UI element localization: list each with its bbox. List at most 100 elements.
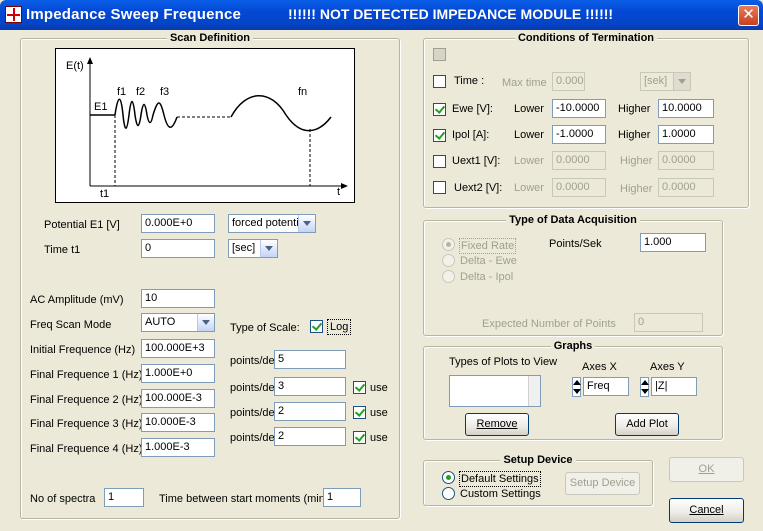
final2-points-input[interactable]: 2 xyxy=(274,402,346,421)
ipol-label: Ipol [A]: xyxy=(452,129,490,141)
time-between-input[interactable]: 1 xyxy=(323,488,361,507)
graphs-title: Graphs xyxy=(550,340,596,352)
axes-y-label: Axes Y xyxy=(650,361,685,373)
delta-ipol-radio[interactable] xyxy=(442,270,455,283)
ac-amplitude-input[interactable]: 10 xyxy=(141,289,215,308)
ok-button-label: OK xyxy=(698,463,715,475)
diagram-wave-fn xyxy=(230,95,332,132)
uext2-higher-input[interactable]: 0.0000 xyxy=(658,178,714,197)
final1-points-input[interactable]: 3 xyxy=(274,377,346,396)
final3-points-input[interactable]: 2 xyxy=(274,427,346,446)
chevron-down-icon xyxy=(298,215,315,232)
max-time-input[interactable]: 0.000 xyxy=(552,72,585,91)
axes-y-spinner[interactable] xyxy=(640,377,649,397)
final-frequence-2-label: Final Frequence 2 (Hz) xyxy=(30,394,143,406)
log-scale-checkbox[interactable] xyxy=(310,320,323,333)
uext1-lower-input[interactable]: 0.0000 xyxy=(552,151,606,170)
final2-use-checkbox[interactable] xyxy=(353,406,366,419)
uext2-checkbox[interactable] xyxy=(433,181,446,194)
axes-x-input[interactable]: Freq xyxy=(583,377,629,396)
delta-ewe-radio[interactable] xyxy=(442,254,455,267)
plots-list-scrollbar[interactable] xyxy=(528,376,540,406)
potential-mode-select[interactable]: forced potenti xyxy=(228,214,316,233)
scan-diagram: E(t) E1 f1 f2 f3 fn t1 t xyxy=(55,48,355,203)
ok-button[interactable]: OK xyxy=(669,457,744,482)
window-title: Impedance Sweep Frequence xyxy=(26,6,242,23)
cancel-button[interactable]: Cancel xyxy=(669,498,744,523)
ipol-lower-input[interactable]: -1.0000 xyxy=(552,125,606,144)
close-button[interactable]: ✕ xyxy=(738,5,759,26)
type-of-scale-label: Type of Scale: xyxy=(230,322,300,334)
initial-frequence-input[interactable]: 100.000E+3 xyxy=(141,339,215,358)
points-sek-input[interactable]: 1.000 xyxy=(640,233,706,252)
potential-e1-input[interactable]: 0.000E+0 xyxy=(141,214,215,233)
uext1-checkbox[interactable] xyxy=(433,155,446,168)
uext1-higher-label: Higher xyxy=(620,155,653,167)
expected-points-input[interactable]: 0 xyxy=(634,313,703,332)
time-unit-value: [sec] xyxy=(232,242,256,254)
freq-scan-mode-label: Freq Scan Mode xyxy=(30,319,112,331)
no-of-spectra-input[interactable]: 1 xyxy=(104,488,144,507)
add-plot-button[interactable]: Add Plot xyxy=(615,413,679,436)
ewe-higher-input[interactable]: 10.0000 xyxy=(658,99,714,118)
scan-definition-title: Scan Definition xyxy=(166,32,254,44)
log-scale-label: Log xyxy=(327,319,352,335)
time-t1-input[interactable]: 0 xyxy=(141,239,215,258)
max-time-label: Max time xyxy=(502,77,547,89)
ewe-checkbox[interactable] xyxy=(433,103,446,116)
time-termination-checkbox[interactable] xyxy=(433,75,446,88)
final-frequence-1-input[interactable]: 1.000E+0 xyxy=(141,364,215,383)
uext2-lower-input[interactable]: 0.0000 xyxy=(552,178,606,197)
axes-x-spinner[interactable] xyxy=(572,377,581,397)
final3-use-label: use xyxy=(370,432,388,444)
final-frequence-3-label: Final Frequence 3 (Hz) xyxy=(30,418,143,430)
diagram-x-arrow xyxy=(341,183,348,189)
freq-scan-mode-value: AUTO xyxy=(145,316,176,328)
initial-frequence-label: Initial Frequence (Hz) xyxy=(30,344,136,356)
diagram-fn-label: fn xyxy=(298,86,308,98)
custom-settings-radio[interactable] xyxy=(442,487,455,500)
diagram-y-label: E(t) xyxy=(66,60,84,72)
initial-points-input[interactable]: 5 xyxy=(274,350,346,369)
fixed-rate-label: Fixed Rate xyxy=(459,238,517,254)
final-frequence-3-input[interactable]: 10.000E-3 xyxy=(141,413,215,432)
uext1-higher-input[interactable]: 0.0000 xyxy=(658,151,714,170)
termination-master-checkbox[interactable] xyxy=(433,48,446,61)
final3-use-checkbox[interactable] xyxy=(353,431,366,444)
axes-y-input[interactable]: |Z| xyxy=(651,377,697,396)
max-time-unit-select[interactable]: [sek] xyxy=(640,72,691,91)
final1-use-label: use xyxy=(370,382,388,394)
remove-plot-label: Remove xyxy=(476,418,518,430)
remove-plot-button[interactable]: Remove xyxy=(465,413,529,436)
final-frequence-4-input[interactable]: 1.000E-3 xyxy=(141,438,215,457)
ac-amplitude-label: AC Amplitude (mV) xyxy=(30,294,124,306)
types-of-plots-label: Types of Plots to View xyxy=(449,356,558,368)
points-sek-label: Points/Sek xyxy=(549,238,602,250)
diagram-y-arrow xyxy=(87,57,93,64)
no-of-spectra-label: No of spectra xyxy=(30,493,96,505)
setup-device-button[interactable]: Setup Device xyxy=(565,472,640,495)
diagram-wave-f3 xyxy=(152,102,178,128)
ipol-higher-input[interactable]: 1.0000 xyxy=(658,125,714,144)
freq-scan-mode-select[interactable]: AUTO xyxy=(141,313,215,332)
ewe-lower-input[interactable]: -10.0000 xyxy=(552,99,606,118)
delta-ewe-label: Delta - Ewe xyxy=(460,255,517,267)
ewe-lower-label: Lower xyxy=(514,103,544,115)
diagram-t1-label: t1 xyxy=(100,188,110,200)
plots-list[interactable] xyxy=(449,375,541,407)
final-frequence-1-label: Final Frequence 1 (Hz) xyxy=(30,369,143,381)
cancel-button-label: Cancel xyxy=(689,504,724,516)
diagram-wave-f1-f2 xyxy=(114,98,154,129)
time-unit-select[interactable]: [sec] xyxy=(228,239,278,258)
final1-use-checkbox[interactable] xyxy=(353,381,366,394)
ipol-higher-label: Higher xyxy=(618,129,651,141)
default-settings-radio[interactable] xyxy=(442,471,455,484)
app-icon xyxy=(5,6,22,23)
chevron-down-icon xyxy=(197,314,214,331)
final-frequence-2-input[interactable]: 100.000E-3 xyxy=(141,389,215,408)
ipol-checkbox[interactable] xyxy=(433,129,446,142)
fixed-rate-radio[interactable] xyxy=(442,238,455,251)
diagram-f3-label: f3 xyxy=(160,86,170,98)
final-frequence-4-label: Final Frequence 4 (Hz) xyxy=(30,443,143,455)
axes-x-label: Axes X xyxy=(582,361,617,373)
